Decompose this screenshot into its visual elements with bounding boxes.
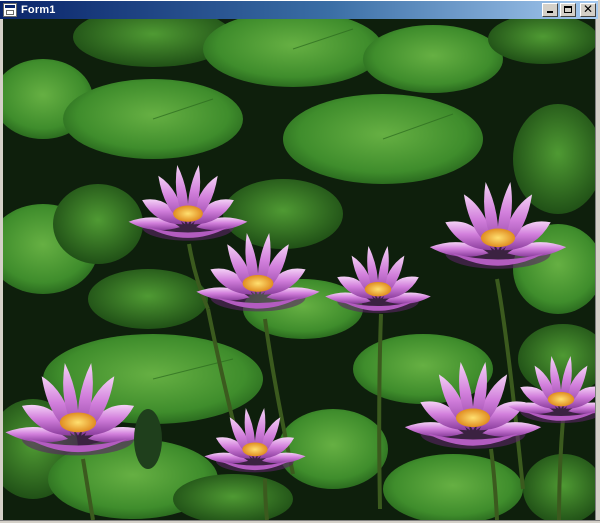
minimize-icon xyxy=(547,11,553,13)
window-title: Form1 xyxy=(21,4,56,16)
water-lilies-photo xyxy=(3,19,595,520)
window-right-border xyxy=(595,19,600,523)
form-window-icon[interactable] xyxy=(3,3,17,17)
picture-box xyxy=(3,19,595,520)
minimize-button[interactable] xyxy=(542,3,558,17)
maximize-icon xyxy=(564,6,572,13)
close-button[interactable]: ✕ xyxy=(580,2,596,17)
title-bar[interactable]: Form1 ✕ xyxy=(0,0,598,19)
form-window: Form1 ✕ xyxy=(0,0,600,523)
maximize-button[interactable] xyxy=(560,3,576,17)
caption-buttons: ✕ xyxy=(542,2,596,17)
close-icon: ✕ xyxy=(582,2,594,16)
